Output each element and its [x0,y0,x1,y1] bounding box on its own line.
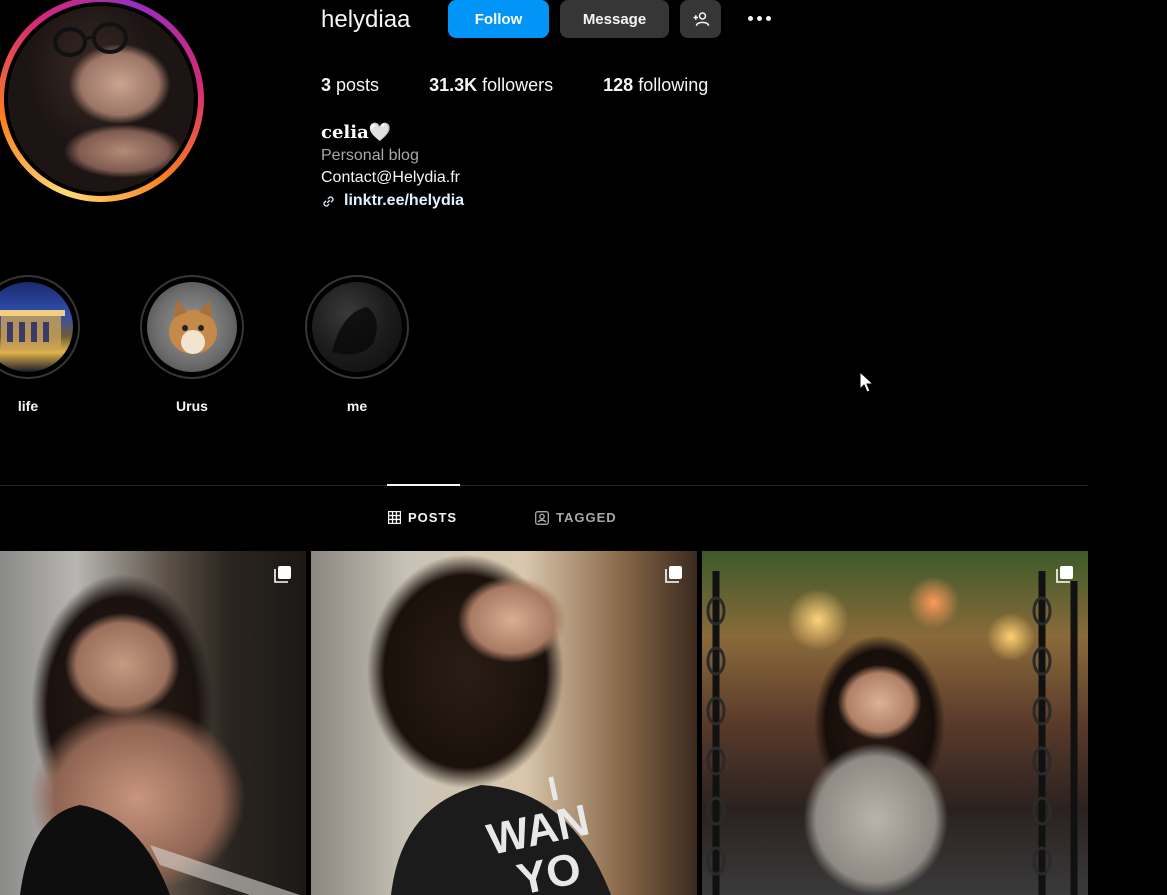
post-figure [706,571,1078,895]
tab-posts[interactable]: POSTS [388,510,457,525]
highlight-cover [140,275,244,379]
profile-stats: 3 posts 31.3K followers 128 following [321,75,758,96]
more-dot-icon [765,15,771,21]
add-person-icon [693,12,709,26]
tab-divider [0,485,1088,486]
profile-full-name: celia🤍 [321,122,392,143]
followers-count-value: 31.3K [429,75,478,95]
more-dot-icon [747,15,753,21]
highlight-cover [0,275,80,379]
profile-username: helydiaa [321,6,411,33]
followers-count[interactable]: 31.3K followers [429,75,553,96]
tagged-person-icon [535,510,549,525]
highlight-cover [305,275,409,379]
posts-count-label: posts [336,75,380,95]
highlight-image [312,282,402,372]
post-thumbnail[interactable] [0,551,306,895]
message-button[interactable]: Message [560,0,669,38]
post-thumbnail[interactable] [702,551,1088,895]
grid-icon [388,511,401,524]
active-tab-indicator [387,484,460,486]
highlight-image [147,282,237,372]
post-figure [20,805,300,895]
post-thumbnail[interactable]: I WAN YO [311,551,697,895]
followers-count-label: followers [482,75,554,95]
glasses-shape [53,22,128,57]
highlight-label: me [346,398,368,414]
tab-posts-label: POSTS [408,510,458,525]
more-options-button[interactable] [740,6,778,30]
avatar-border [4,2,198,196]
follow-button[interactable]: Follow [448,0,549,38]
tab-tagged-label: TAGGED [556,510,617,525]
following-count-label: following [638,75,709,95]
highlight-label: life [17,398,39,414]
tab-tagged[interactable]: TAGGED [535,510,617,525]
following-count[interactable]: 128 following [603,75,708,96]
carousel-icon [665,566,682,583]
more-dot-icon [756,15,762,21]
posts-count: 3 posts [321,75,379,96]
profile-category: Personal blog [321,147,419,164]
posts-count-value: 3 [321,75,332,95]
profile-avatar[interactable] [0,0,204,202]
profile-link-text: linktr.ee/helydia [344,192,465,209]
link-icon [323,195,334,207]
profile-bio-contact: Contact@Helydia.fr [321,169,460,186]
suggested-accounts-button[interactable] [680,0,721,38]
carousel-icon [274,566,291,583]
profile-external-link[interactable]: linktr.ee/helydia [321,192,464,210]
following-count-value: 128 [603,75,634,95]
avatar-image [8,6,194,192]
highlight-item[interactable]: life [0,275,80,414]
highlight-item[interactable]: Urus [140,275,244,414]
post-figure: I WAN YO [391,770,611,895]
highlight-item[interactable]: me [305,275,409,414]
highlight-image [0,282,73,372]
mouse-cursor-icon [859,371,875,393]
carousel-icon [1056,566,1073,583]
highlight-label: Urus [176,398,208,414]
